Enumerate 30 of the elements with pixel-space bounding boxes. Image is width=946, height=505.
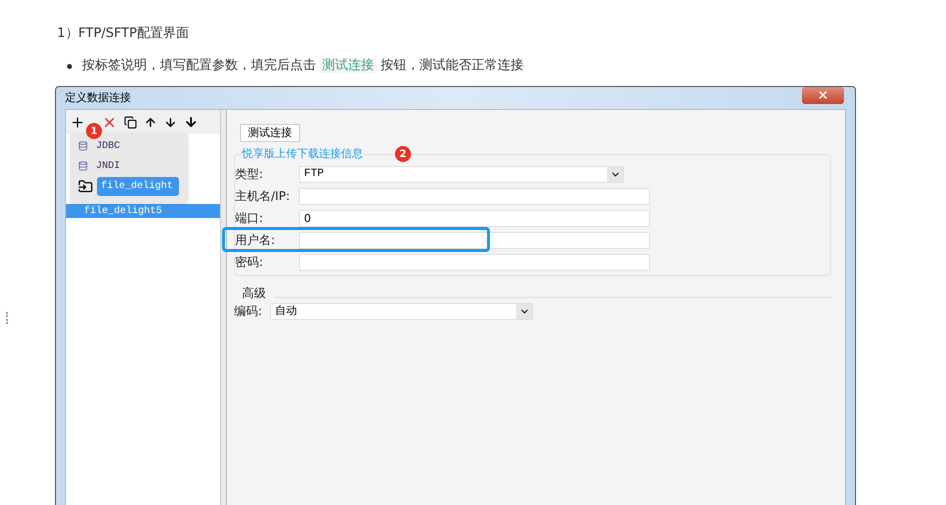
input-field[interactable] [299,188,650,204]
menu-item[interactable]: JDBC [92,136,124,156]
field-label: 密码: [235,254,264,271]
add-icon[interactable] [70,114,85,130]
section-heading: 1）FTP/SFTP配置界面 [57,25,190,43]
bullet-text: 按标签说明，填写配置参数，填完后点击 测试连接 按钮，测试能否正常连接 [82,57,524,76]
database-icon [78,141,88,151]
encoding-select[interactable]: 自动 [270,302,533,320]
move-bottom-icon[interactable] [184,115,198,129]
input-field[interactable] [299,254,650,270]
folder-icon [78,178,93,194]
input-field[interactable] [299,232,650,248]
move-up-icon[interactable] [144,116,157,128]
type-select[interactable]: FTP [299,166,624,182]
advanced-title: 高级 [242,285,266,302]
input-field[interactable]: 0 [299,210,650,226]
field-label: 端口: [235,210,264,227]
encoding-label: 编码: [234,303,264,320]
close-icon [817,89,829,101]
field-label: 类型: [235,166,264,183]
menu-item[interactable]: JNDI [92,156,124,176]
field-label: 用户名: [235,232,276,249]
move-down-icon[interactable] [164,116,177,128]
window-title: 定义数据连接 [65,90,132,106]
drag-handle-icon[interactable] [6,312,9,324]
database-icon [78,161,88,171]
copy-icon[interactable] [124,116,137,128]
close-button[interactable] [802,86,844,104]
test-connection-button[interactable]: 测试连接 [240,124,300,142]
field-label: 主机名/IP: [235,188,291,205]
